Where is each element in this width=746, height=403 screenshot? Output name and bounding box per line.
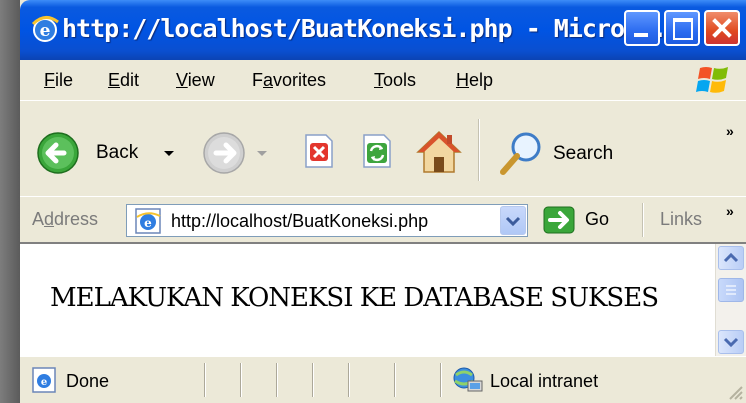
status-divider (276, 363, 278, 397)
svg-text:e: e (40, 21, 51, 41)
links-overflow-chevron[interactable]: » (726, 203, 734, 219)
page-done-icon: e (32, 367, 56, 393)
menu-tools[interactable]: Tools (374, 70, 416, 91)
address-label-pre: A (32, 209, 45, 229)
go-arrow-icon (543, 206, 575, 234)
menu-view-rest: iew (187, 70, 215, 90)
search-button[interactable]: Search (498, 129, 628, 177)
address-label-accel: d (44, 209, 55, 229)
links-separator (642, 203, 644, 237)
menu-file-accel: F (44, 70, 55, 90)
status-text: Done (66, 371, 110, 391)
menu-favorites-pre: F (252, 70, 263, 90)
menu-help-accel: H (456, 70, 469, 90)
refresh-icon (363, 134, 391, 168)
search-icon (500, 132, 541, 175)
windows-logo-icon (696, 67, 728, 93)
stop-icon (305, 134, 333, 168)
home-icon (416, 130, 462, 173)
refresh-button[interactable] (356, 131, 400, 175)
menu-help-rest: elp (469, 70, 494, 90)
chevron-down-icon (723, 337, 739, 348)
chevron-down-icon (505, 216, 521, 227)
status-divider (312, 363, 314, 397)
status-divider (204, 363, 206, 397)
address-label: Address (32, 209, 98, 230)
ie-logo-icon: e (31, 16, 59, 42)
scroll-up-button[interactable] (718, 246, 744, 270)
desktop-background (0, 0, 20, 403)
back-label: Back (96, 142, 139, 163)
status-bar: e Done Local intranet (20, 356, 746, 403)
menu-view[interactable]: View (176, 70, 215, 91)
forward-button[interactable] (202, 131, 272, 175)
go-button[interactable] (542, 205, 578, 237)
window-title: http://localhost/BuatKoneksi.php - Micro… (62, 14, 667, 43)
back-dropdown-icon[interactable] (163, 149, 175, 159)
menu-favorites[interactable]: Favorites (252, 70, 326, 91)
title-bar[interactable]: e http://localhost/BuatKoneksi.php - Mic… (20, 0, 746, 60)
address-label-rest: dress (54, 209, 99, 229)
svg-text:e: e (144, 216, 152, 230)
menu-edit-accel: E (108, 70, 121, 90)
scroll-down-button[interactable] (718, 330, 744, 354)
status-divider (440, 363, 442, 397)
security-zone-label: Local intranet (490, 371, 599, 391)
menu-edit[interactable]: Edit (108, 70, 139, 91)
page-icon: e (135, 208, 161, 234)
status-divider (394, 363, 396, 397)
menu-favorites-accel: a (263, 70, 274, 90)
close-icon (712, 18, 732, 38)
intranet-zone-icon (453, 367, 483, 392)
menu-file[interactable]: File (44, 70, 73, 91)
toolbar-separator (478, 119, 480, 181)
chevron-up-icon (723, 252, 739, 263)
menu-tools-rest: ools (383, 70, 417, 90)
status-divider (348, 363, 350, 397)
menu-file-rest: ile (55, 70, 74, 90)
menu-help[interactable]: Help (456, 70, 493, 91)
scroll-thumb[interactable] (718, 278, 744, 302)
vertical-scrollbar[interactable] (715, 244, 746, 356)
maximize-button[interactable] (664, 10, 700, 46)
address-bar: Address e http://localhost/BuatKoneksi.p… (20, 196, 746, 242)
maximize-icon (673, 18, 693, 40)
menu-tools-accel: T (374, 70, 383, 90)
grip-icon (726, 285, 736, 295)
resize-grip-icon[interactable] (724, 381, 744, 401)
address-input[interactable]: e http://localhost/BuatKoneksi.php (126, 204, 528, 237)
minimize-button[interactable] (624, 10, 660, 46)
menu-bar: File Edit View Favorites Tools Help (20, 60, 746, 101)
minimize-icon (634, 33, 648, 37)
menu-favorites-rest: vorites (273, 70, 327, 90)
back-button[interactable]: Back (36, 131, 196, 175)
svg-text:e: e (41, 377, 47, 388)
stop-button[interactable] (298, 131, 342, 175)
links-label[interactable]: Links (660, 209, 702, 230)
forward-icon (203, 132, 245, 174)
search-label: Search (553, 143, 614, 164)
go-label[interactable]: Go (585, 209, 609, 230)
status-divider (240, 363, 242, 397)
home-button[interactable] (414, 127, 464, 177)
toolbar-overflow-chevron[interactable]: » (726, 123, 734, 139)
back-icon (37, 132, 79, 174)
connection-message: MELAKUKAN KONEKSI KE DATABASE SUKSES (50, 283, 659, 313)
menu-view-accel: V (176, 70, 188, 90)
forward-dropdown-icon[interactable] (256, 149, 268, 159)
address-dropdown-button[interactable] (500, 206, 526, 235)
browser-window: e http://localhost/BuatKoneksi.php - Mic… (20, 0, 746, 403)
close-button[interactable] (704, 10, 740, 46)
address-url: http://localhost/BuatKoneksi.php (171, 211, 429, 231)
page-content: MELAKUKAN KONEKSI KE DATABASE SUKSES (20, 242, 746, 356)
standard-toolbar: Back Search » (20, 101, 746, 202)
menu-edit-rest: dit (120, 70, 140, 90)
